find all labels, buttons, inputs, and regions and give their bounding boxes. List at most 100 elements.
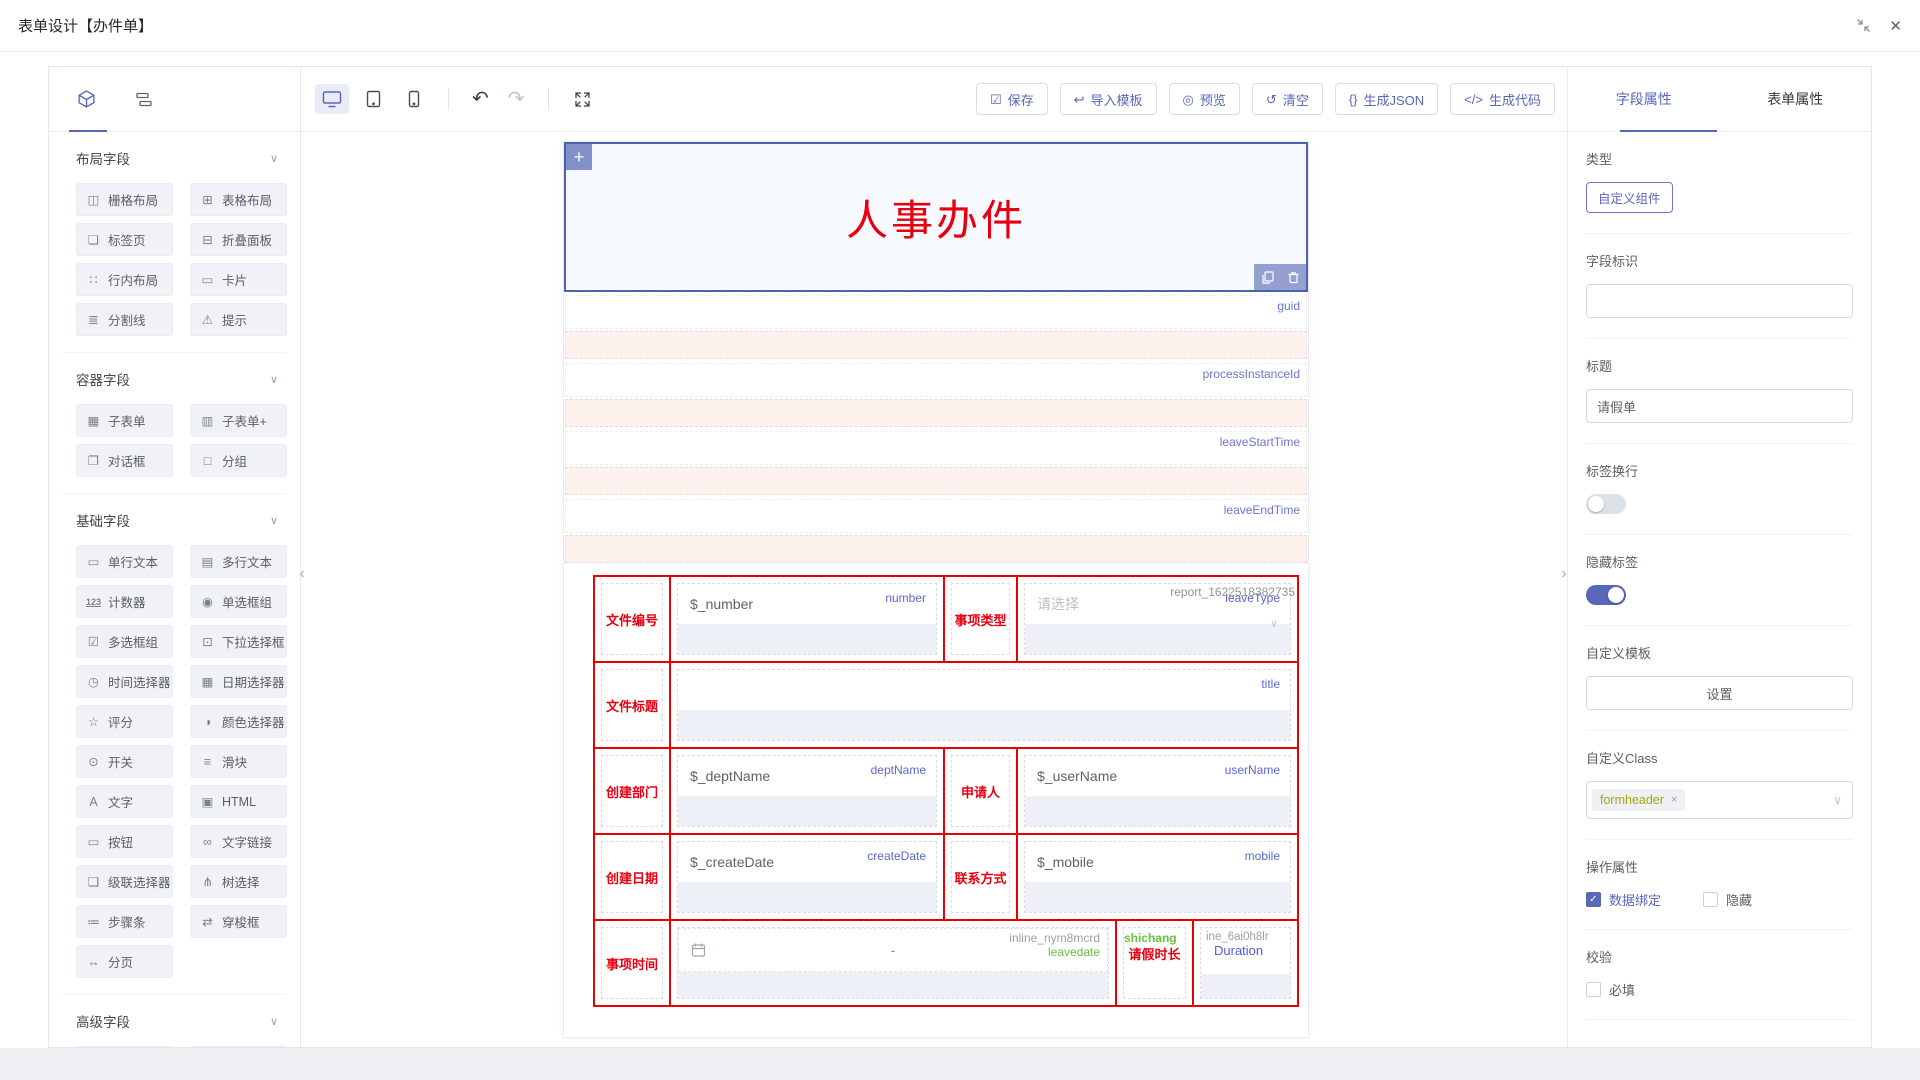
label-cell-matter-type[interactable]: 事项类型 [945,577,1018,661]
section-header[interactable]: 布局字段 ∨ [63,148,286,168]
section-header[interactable]: 高级字段 ∨ [63,1011,286,1031]
input-cell-duration[interactable]: ine_6ai0h8lr Duration [1194,921,1297,1005]
field-item-table-layout[interactable]: ⊞表格布局 [190,183,287,216]
field-item-button[interactable]: ▭按钮 [76,825,173,858]
field-item-html[interactable]: ▣HTML [190,785,287,818]
duration-widget[interactable]: ine_6ai0h8lr Duration [1201,928,1290,998]
section-header[interactable]: 容器字段 ∨ [63,369,286,389]
field-item-alert[interactable]: ⚠提示 [190,303,287,336]
field-item-group[interactable]: □分组 [190,444,287,477]
input-cell-dept-name[interactable]: deptName $_deptName [671,749,945,833]
field-item-inline-layout[interactable]: ∷行内布局 [76,263,173,296]
label-cell-file-title[interactable]: 文件标题 [595,663,671,747]
undo-icon[interactable]: ↶ [466,89,495,109]
collapse-right-panel-handle[interactable]: › [1557,559,1571,589]
hidden-field-strip[interactable] [565,467,1307,495]
input-cell-number[interactable]: number $_number [671,577,945,661]
generate-json-button[interactable]: {}生成JSON [1335,83,1438,115]
field-item-collapse-panel[interactable]: ⊟折叠面板 [190,223,287,256]
field-item-transfer[interactable]: ⇄穿梭框 [190,905,287,938]
drag-move-handle[interactable]: + [566,144,592,170]
hidden-field-leave-end-time[interactable]: leaveEndTime [565,499,1307,563]
label-wrap-toggle-off[interactable] [1586,494,1626,514]
tag-remove-icon[interactable]: × [1671,794,1677,806]
fullscreen-icon[interactable] [574,91,591,108]
hidden-field-strip[interactable] [565,331,1307,359]
hidden-field-strip[interactable] [565,399,1307,427]
label-cell-leave-duration[interactable]: shichang 请假时长 [1117,921,1194,1005]
field-id-input[interactable] [1586,284,1853,318]
required-checkbox[interactable]: 必填 [1586,980,1853,999]
generate-code-button[interactable]: </>生成代码 [1450,83,1555,115]
type-tag-button[interactable]: 自定义组件 [1586,182,1673,213]
collapse-window-icon[interactable] [1856,18,1871,33]
tab-structure-icon[interactable] [134,91,152,108]
title-input[interactable] [1586,389,1853,423]
field-item-multi-line-text[interactable]: ▤多行文本 [190,545,287,578]
field-item-rate[interactable]: ☆评分 [76,705,173,738]
hidden-field-guid[interactable]: guid [565,295,1307,359]
field-item-pagination[interactable]: ↔分页 [76,945,173,978]
import-template-button[interactable]: ↩导入模板 [1060,83,1157,115]
close-icon[interactable]: ✕ [1889,17,1902,35]
field-item-select[interactable]: ⊡下拉选择框 [190,625,287,658]
field-item-tree-select[interactable]: ⋔树选择 [190,865,287,898]
label-cell-file-number[interactable]: 文件编号 [595,577,671,661]
label-cell-applicant[interactable]: 申请人 [945,749,1018,833]
section-header[interactable]: 基础字段 ∨ [63,510,286,530]
tab-form-properties[interactable]: 表单属性 [1720,67,1872,131]
delete-icon[interactable] [1280,264,1306,290]
field-item-counter[interactable]: 123计数器 [76,585,173,618]
field-item-dialog[interactable]: ❐对话框 [76,444,173,477]
device-desktop-button[interactable] [315,84,349,114]
collapse-left-panel-handle[interactable]: ‹ [295,559,309,589]
tab-components-cube-icon[interactable] [77,90,96,109]
field-item-single-line-text[interactable]: ▭单行文本 [76,545,173,578]
settings-button[interactable]: 设置 [1586,676,1853,710]
field-item-switch[interactable]: ⊙开关 [76,745,173,778]
field-item-subform-plus[interactable]: ▥子表单+ [190,404,287,437]
custom-class-select[interactable]: formheader × ∨ [1586,781,1853,819]
hidden-field-strip[interactable] [565,535,1307,563]
save-button[interactable]: ☑保存 [976,83,1048,115]
field-item-checkbox-group[interactable]: ☑多选框组 [76,625,173,658]
date-range-cell-leavedate[interactable]: inline_nym8mcrd leavedate [671,921,1117,1005]
preview-button[interactable]: ◎预览 [1169,83,1240,115]
field-item-radio-group[interactable]: ◉单选框组 [190,585,287,618]
label-cell-create-date[interactable]: 创建日期 [595,835,671,919]
label-cell-matter-time[interactable]: 事项时间 [595,921,671,1005]
field-item-text-link[interactable]: ∞文字链接 [190,825,287,858]
field-item-text[interactable]: A文字 [76,785,173,818]
device-tablet-button[interactable] [356,84,390,114]
hidden-field-process-instance-id[interactable]: processInstanceId [565,363,1307,427]
field-item-cascader[interactable]: ❑级联选择器 [76,865,173,898]
clear-button[interactable]: ↺清空 [1252,83,1323,115]
copy-icon[interactable] [1254,264,1280,290]
input-cell-create-date[interactable]: createDate $_createDate [671,835,945,919]
field-item-divider[interactable]: ≣分割线 [76,303,173,336]
field-item-subform[interactable]: ▦子表单 [76,404,173,437]
label-cell-contact[interactable]: 联系方式 [945,835,1018,919]
redo-icon[interactable]: ↷ [502,89,531,109]
field-item-slider[interactable]: ≡滑块 [190,745,287,778]
field-item-grid-layout[interactable]: ◫栅格布局 [76,183,173,216]
field-item-custom-component[interactable]: ◇自定义组件 [190,1046,287,1047]
device-mobile-button[interactable] [397,84,431,114]
text-input-widget[interactable] [678,670,1290,740]
hidden-checkbox[interactable]: 隐藏 [1703,890,1752,909]
hide-label-toggle-on[interactable] [1586,585,1626,605]
input-cell-mobile[interactable]: mobile $_mobile [1018,835,1297,919]
field-item-color-picker[interactable]: ◑颜色选择器 [190,705,287,738]
input-cell-user-name[interactable]: userName $_userName [1018,749,1297,833]
field-item-card[interactable]: ▭卡片 [190,263,287,296]
data-binding-checkbox[interactable]: ✓ 数据绑定 [1586,890,1661,909]
tab-field-properties[interactable]: 字段属性 [1568,67,1720,131]
field-item-date-picker[interactable]: ▦日期选择器 [190,665,287,698]
form-header-component-selected[interactable]: + 人事办件 [564,142,1308,292]
input-cell-title[interactable]: title [671,663,1297,747]
label-cell-create-dept[interactable]: 创建部门 [595,749,671,833]
field-item-steps[interactable]: ≔步骤条 [76,905,173,938]
field-item-time-picker[interactable]: ◷时间选择器 [76,665,173,698]
field-item-custom-area[interactable]: ▧自定义区域 [76,1046,173,1047]
field-item-tabs[interactable]: ❏标签页 [76,223,173,256]
